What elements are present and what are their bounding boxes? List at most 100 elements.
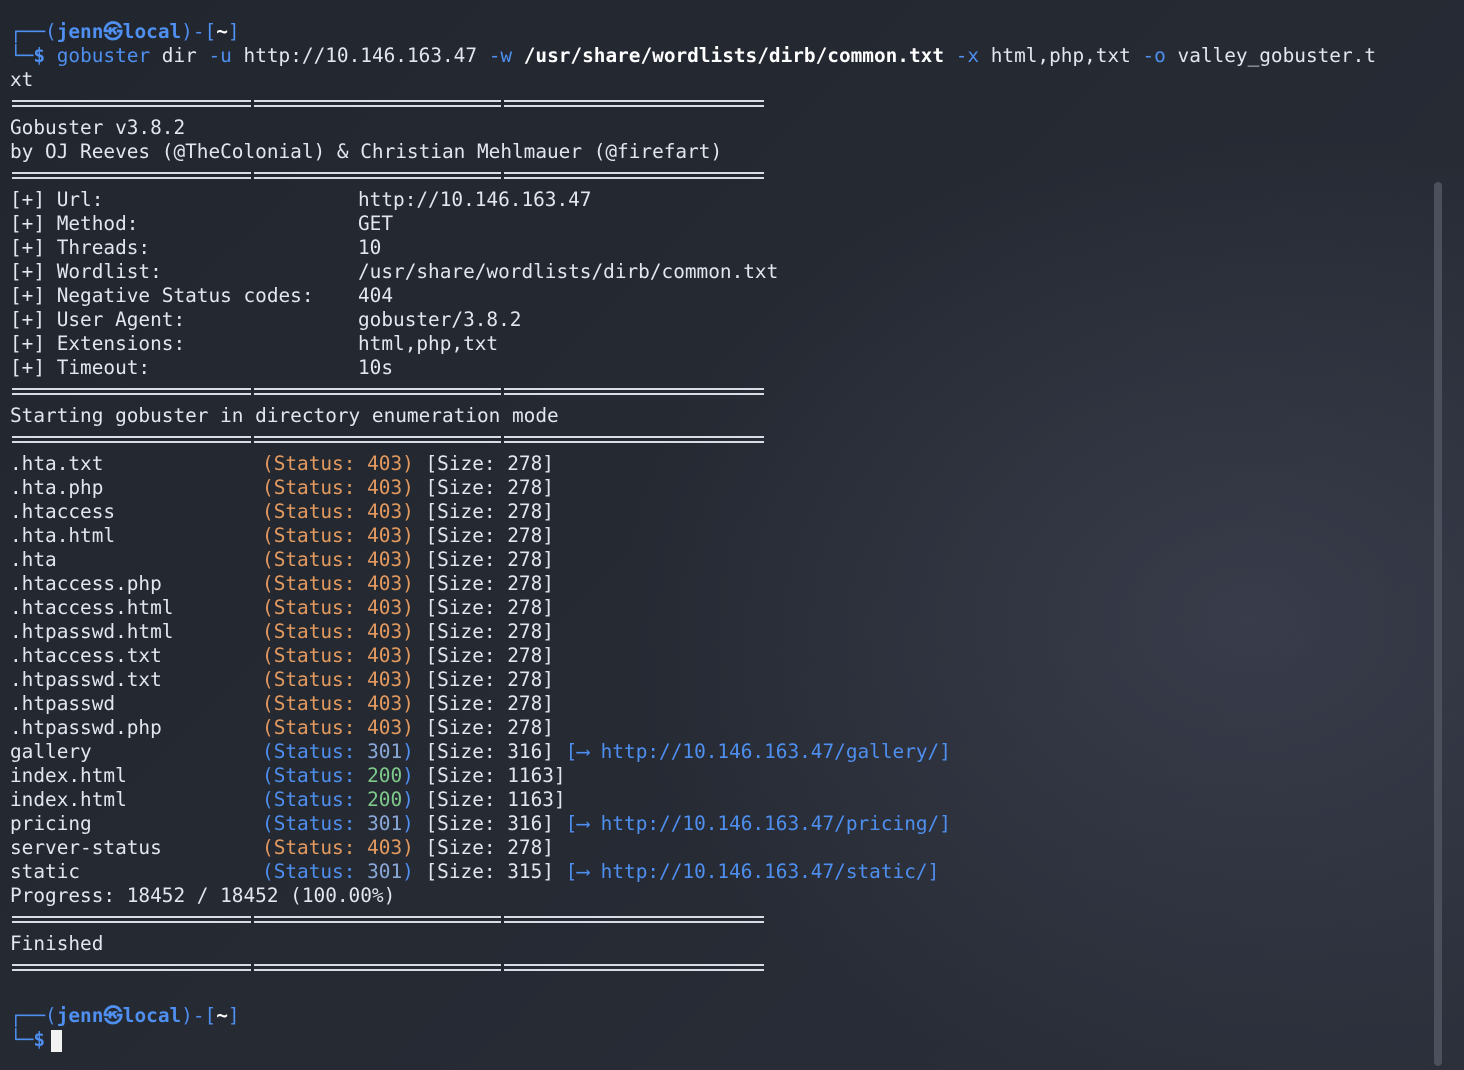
status-code: 403 xyxy=(367,692,403,715)
result-status: (Status: 301) xyxy=(262,860,414,883)
size-label: Size: xyxy=(437,476,508,499)
status-label: Status: xyxy=(273,572,368,595)
status-label: Status: xyxy=(273,764,368,787)
result-status: (Status: 301) xyxy=(262,812,414,835)
size-value: 278 xyxy=(507,716,543,739)
size-value: 278 xyxy=(507,668,543,691)
status-label: Status: xyxy=(273,524,368,547)
terminal-output: ┌──(jenn㉿local)-[~] └─$ gobuster dir -u … xyxy=(10,20,1425,1052)
size-label: Size: xyxy=(437,500,508,523)
config-key: [+] Negative Status codes: xyxy=(10,284,314,307)
result-row: server-status (Status: 403) [Size: 278] xyxy=(10,836,1425,860)
redirect-url[interactable]: http://10.146.163.47/static/ xyxy=(601,860,928,883)
status-label: Status: xyxy=(273,788,368,811)
result-path: .htaccess.php xyxy=(10,572,162,595)
separator xyxy=(10,428,1425,452)
result-row: .htaccess.php (Status: 403) [Size: 278] xyxy=(10,572,1425,596)
status-code: 403 xyxy=(367,644,403,667)
size-label: Size: xyxy=(437,452,508,475)
status-label: Status: xyxy=(273,668,368,691)
command-wrap: xt xyxy=(10,68,34,91)
size-label: Size: xyxy=(437,836,508,859)
vertical-scrollbar[interactable] xyxy=(1434,182,1442,1066)
config-row: [+] Negative Status codes: 404 xyxy=(10,284,1425,308)
result-path: .hta xyxy=(10,548,57,571)
size-label: Size: xyxy=(437,644,508,667)
result-size: [Size: 316] xyxy=(413,740,554,763)
status-code: 200 xyxy=(367,764,403,787)
input-line[interactable]: └─$ xyxy=(10,1028,1425,1052)
size-label: Size: xyxy=(437,668,508,691)
command-opt-u: -u xyxy=(208,44,232,67)
result-size: [Size: 278] xyxy=(413,572,554,595)
result-path: .htpasswd xyxy=(10,692,116,715)
result-row: .hta (Status: 403) [Size: 278] xyxy=(10,548,1425,572)
status-label: Status: xyxy=(273,596,368,619)
result-status: (Status: 200) xyxy=(262,764,414,787)
size-label: Size: xyxy=(437,812,508,835)
size-label: Size: xyxy=(437,788,508,811)
result-size: [Size: 316] xyxy=(413,812,554,835)
result-path: .hta.html xyxy=(10,524,116,547)
result-size: [Size: 278] xyxy=(413,692,554,715)
redirect-url[interactable]: http://10.146.163.47/pricing/ xyxy=(601,812,940,835)
config-value: html,php,txt xyxy=(358,332,499,355)
prompt-dollar: $ xyxy=(33,1028,46,1051)
size-value: 278 xyxy=(507,452,543,475)
status-label: Status: xyxy=(273,716,368,739)
text-cursor[interactable] xyxy=(51,1029,63,1052)
result-status: (Status: 200) xyxy=(262,788,414,811)
size-value: 278 xyxy=(507,692,543,715)
separator xyxy=(10,380,1425,404)
status-code: 200 xyxy=(367,788,403,811)
prompt-dir: ~ xyxy=(216,20,228,43)
config-row: [+] Method: GET xyxy=(10,212,1425,236)
config-key: [+] Url: xyxy=(10,188,104,211)
size-value: 1163 xyxy=(507,764,554,787)
result-redirect[interactable]: [⟶ http://10.146.163.47/static/] xyxy=(554,860,940,883)
progress-line: Progress: 18452 / 18452 (100.00%) xyxy=(10,884,396,907)
result-row: .htaccess.txt (Status: 403) [Size: 278] xyxy=(10,644,1425,668)
result-row: .hta.txt (Status: 403) [Size: 278] xyxy=(10,452,1425,476)
result-redirect[interactable]: [⟶ http://10.146.163.47/gallery/] xyxy=(554,740,951,763)
result-row: .hta.php (Status: 403) [Size: 278] xyxy=(10,476,1425,500)
result-status: (Status: 403) xyxy=(262,572,414,595)
command-opt-o: -o xyxy=(1142,44,1166,67)
redirect-url[interactable]: http://10.146.163.47/gallery/ xyxy=(601,740,940,763)
command-sub: dir xyxy=(150,44,209,67)
result-path: static xyxy=(10,860,81,883)
config-key: [+] User Agent: xyxy=(10,308,186,331)
status-label: Status: xyxy=(273,476,368,499)
size-label: Size: xyxy=(437,572,508,595)
command-tool: gobuster xyxy=(56,44,151,67)
result-row: .htaccess (Status: 403) [Size: 278] xyxy=(10,500,1425,524)
result-path: index.html xyxy=(10,764,127,787)
status-label: Status: xyxy=(273,620,368,643)
result-row: .htpasswd.php (Status: 403) [Size: 278] xyxy=(10,716,1425,740)
status-label: Status: xyxy=(273,548,368,571)
arrow-icon: ⟶ xyxy=(577,740,589,763)
banner-authors: by OJ Reeves (@TheColonial) & Christian … xyxy=(10,140,723,163)
arrow-icon: ⟶ xyxy=(577,860,589,883)
result-status: (Status: 403) xyxy=(262,716,414,739)
result-path: .htaccess xyxy=(10,500,116,523)
status-code: 403 xyxy=(367,572,403,595)
status-code: 403 xyxy=(367,836,403,859)
config-value: /usr/share/wordlists/dirb/common.txt xyxy=(358,260,779,283)
config-value: http://10.146.163.47 xyxy=(358,188,592,211)
result-status: (Status: 403) xyxy=(262,836,414,859)
config-list: [+] Url: http://10.146.163.47 [+] Method: G… xyxy=(10,188,1425,380)
config-value: 404 xyxy=(358,284,394,307)
size-value: 316 xyxy=(507,812,543,835)
config-row: [+] Wordlist: /usr/share/wordlists/dirb/c… xyxy=(10,260,1425,284)
size-value: 278 xyxy=(507,548,543,571)
status-label: Status: xyxy=(273,644,368,667)
config-value: GET xyxy=(358,212,394,235)
result-redirect[interactable]: [⟶ http://10.146.163.47/pricing/] xyxy=(554,812,951,835)
status-code: 403 xyxy=(367,668,403,691)
size-label: Size: xyxy=(437,524,508,547)
terminal-window[interactable]: ┌──(jenn㉿local)-[~] └─$ gobuster dir -u … xyxy=(0,0,1464,1070)
result-size: [Size: 1163] xyxy=(413,764,566,787)
config-value: gobuster/3.8.2 xyxy=(358,308,522,331)
